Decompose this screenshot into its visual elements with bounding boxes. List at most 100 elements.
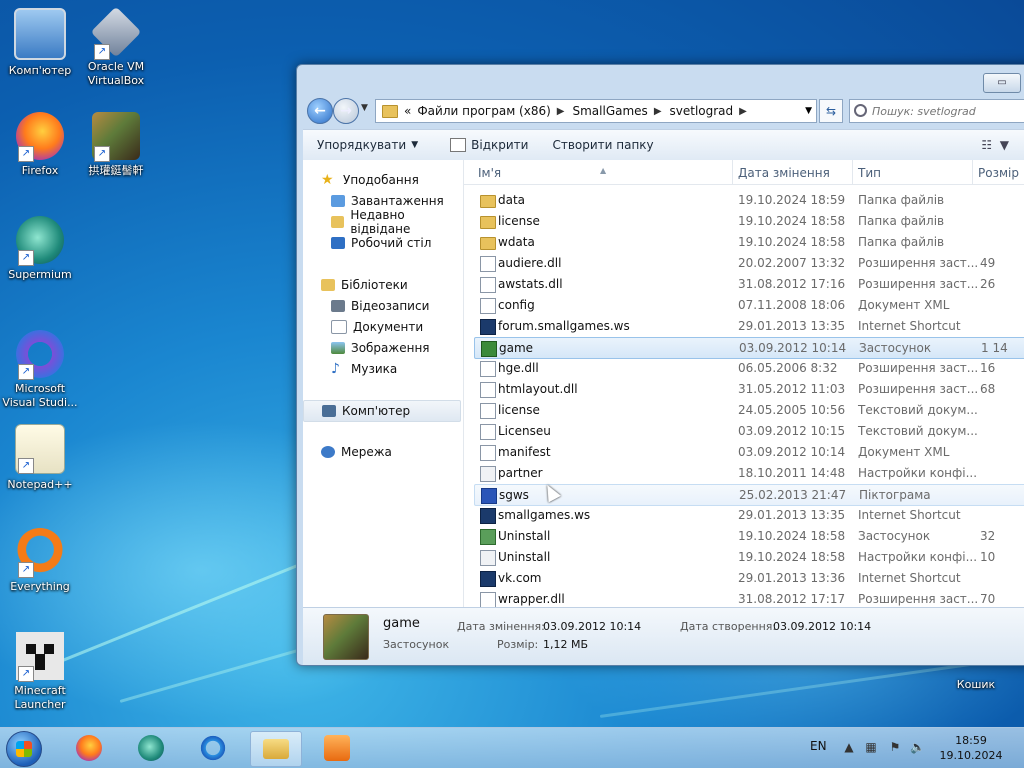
column-size[interactable]: Розмір [978, 166, 1019, 180]
file-size: 68 [980, 382, 996, 396]
clock[interactable]: 18:59 19.10.2024 [936, 733, 1006, 763]
network-tray-icon[interactable]: ▦ [864, 740, 878, 754]
file-row[interactable]: forum.smallgames.ws 29.01.2013 13:35 Inter… [474, 316, 1024, 336]
nav-computer[interactable]: Комп'ютер [303, 400, 461, 422]
file-type: Розширення заст... [858, 382, 979, 396]
nav-documents[interactable]: Документи [331, 317, 423, 337]
taskbar-supermium[interactable] [126, 731, 176, 765]
file-date: 29.01.2013 13:35 [738, 319, 846, 333]
search-input[interactable] [850, 100, 1024, 122]
column-date[interactable]: Дата змінення [738, 166, 830, 180]
breadcrumb-smallgames[interactable]: SmallGames [573, 104, 648, 118]
file-row[interactable]: smallgames.ws 29.01.2013 13:35 Internet Sh… [474, 505, 1024, 525]
folder-icon [480, 237, 496, 250]
nav-music[interactable]: ♪ Музика [331, 359, 397, 379]
open-button[interactable]: Відкрити [440, 138, 538, 152]
desktop-icon-recycle-bin[interactable]: Кошик [936, 662, 1016, 692]
file-row[interactable]: hge.dll 06.05.2006 8:32 Розширення заст...… [474, 358, 1024, 378]
desktop-icon-supermium[interactable]: ↗ Supermium [0, 216, 80, 282]
file-row[interactable]: htmlayout.dll 31.05.2012 11:03 Розширення … [474, 379, 1024, 399]
organize-button[interactable]: Упорядкувати ▼ [303, 138, 428, 152]
file-row[interactable]: manifest 03.09.2012 10:14 Документ XML [474, 442, 1024, 462]
desktop-icon-minecraft[interactable]: ↗ Minecraft Launcher [0, 632, 80, 712]
file-row[interactable]: Uninstall 19.10.2024 18:58 Настройки конфі… [474, 547, 1024, 567]
navigation-pane: ★ Уподобання Завантаження Недавно відвід… [303, 160, 464, 607]
file-row[interactable]: game 03.09.2012 10:14 Застосунок 1 14 [474, 337, 1024, 359]
volume-muted-icon[interactable]: 🔈 [910, 740, 925, 754]
taskbar-firefox[interactable] [64, 731, 114, 765]
file-date: 20.02.2007 13:32 [738, 256, 846, 270]
show-hidden-icons-icon[interactable]: ▲ [842, 740, 856, 754]
file-row[interactable]: Licenseu 03.09.2012 10:15 Текстовий докум.… [474, 421, 1024, 441]
action-center-flag-icon[interactable]: ⚑ [888, 740, 902, 754]
file-row[interactable]: config 07.11.2008 18:06 Документ XML [474, 295, 1024, 315]
taskbar-media-player[interactable] [312, 731, 362, 765]
column-type[interactable]: Тип [858, 166, 881, 180]
breadcrumb-svetlograd[interactable]: svetlograd [670, 104, 734, 118]
desktop-icon-visual-studio[interactable]: ↗ Microsoft Visual Studi... [0, 330, 80, 410]
dll-icon [480, 592, 496, 607]
taskbar-explorer[interactable] [250, 731, 302, 767]
libraries-icon [321, 279, 335, 291]
computer-icon [14, 8, 66, 60]
breadcrumb-separator-icon[interactable]: ▶ [654, 106, 662, 117]
nav-network[interactable]: Мережа [321, 442, 392, 462]
nav-videos[interactable]: Відеозаписи [331, 296, 429, 316]
file-name: forum.smallgames.ws [498, 319, 630, 333]
file-row[interactable]: license 24.05.2005 10:56 Текстовий докум..… [474, 400, 1024, 420]
details-name: game [383, 616, 420, 631]
file-row[interactable]: awstats.dll 31.08.2012 17:16 Розширення за… [474, 274, 1024, 294]
file-size: 1 14 [981, 341, 1008, 355]
file-row[interactable]: audiere.dll 20.02.2007 13:32 Розширення за… [474, 253, 1024, 273]
address-dropdown-icon[interactable]: ▼ [805, 106, 812, 116]
breadcrumb-program-files[interactable]: Файли програм (x86) [417, 104, 550, 118]
desktop-icon-game[interactable]: ↗ 拱瓘鋌髻軒 [76, 112, 156, 178]
language-indicator[interactable]: EN [810, 739, 827, 753]
back-button[interactable]: ← [307, 98, 333, 124]
nav-favorites[interactable]: ★ Уподобання [321, 170, 419, 190]
file-date: 19.10.2024 18:58 [738, 214, 846, 228]
breadcrumb-separator-icon[interactable]: ▶ [557, 106, 565, 117]
taskbar-internet-explorer[interactable] [188, 731, 238, 765]
file-row[interactable]: partner 18.10.2011 14:48 Настройки конфі..… [474, 463, 1024, 483]
refresh-button[interactable]: ⇆ [819, 99, 843, 123]
new-folder-button[interactable]: Створити папку [542, 138, 663, 152]
desktop-icon-notepadpp[interactable]: ↗ Notepad++ [0, 424, 80, 492]
history-dropdown-icon[interactable]: ▼ [361, 103, 368, 113]
file-type: Застосунок [859, 341, 932, 355]
title-bar[interactable] [297, 65, 1024, 95]
minimize-button[interactable]: ▭ [983, 73, 1021, 93]
nav-pictures[interactable]: Зображення [331, 338, 430, 358]
nav-desktop[interactable]: Робочий стіл [331, 233, 431, 253]
dll-icon [480, 361, 496, 377]
desktop-icon-virtualbox[interactable]: ↗ Oracle VM VirtualBox [76, 6, 156, 88]
desktop-icon-firefox[interactable]: ↗ Firefox [0, 112, 80, 178]
address-bar[interactable]: « Файли програм (x86) ▶ SmallGames ▶ sve… [375, 99, 817, 123]
view-options-button[interactable]: ☷ ▼ [981, 138, 1009, 152]
shortcut-arrow-icon: ↗ [18, 364, 34, 380]
file-type: Папка файлів [858, 193, 945, 207]
file-name: game [499, 341, 534, 355]
file-row[interactable]: Uninstall 19.10.2024 18:58 Застосунок 32 [474, 526, 1024, 546]
file-date: 31.05.2012 11:03 [738, 382, 846, 396]
desktop-icon-everything[interactable]: ↗ Everything [0, 528, 80, 594]
file-row[interactable]: data 19.10.2024 18:59 Папка файлів [474, 190, 1024, 210]
breadcrumb-separator-icon[interactable]: ▶ [739, 106, 747, 117]
desktop-icon-computer[interactable]: Комп'ютер [0, 8, 80, 78]
breadcrumb-overflow[interactable]: « [404, 104, 411, 118]
column-name[interactable]: Ім'я [478, 166, 501, 180]
shortcut-arrow-icon: ↗ [18, 146, 34, 162]
forward-button[interactable]: → [333, 98, 359, 124]
file-name: htmlayout.dll [498, 382, 578, 396]
file-row[interactable]: license 19.10.2024 18:58 Папка файлів [474, 211, 1024, 231]
file-name: Uninstall [498, 529, 551, 543]
file-row[interactable]: wrapper.dll 31.08.2012 17:17 Розширення за… [474, 589, 1024, 607]
search-box[interactable] [849, 99, 1024, 123]
nav-libraries[interactable]: Бібліотеки [321, 275, 408, 295]
file-row[interactable]: wdata 19.10.2024 18:58 Папка файлів [474, 232, 1024, 252]
network-icon [321, 446, 335, 458]
ini-icon [480, 466, 496, 482]
nav-recent[interactable]: Недавно відвідане [331, 208, 463, 236]
start-button[interactable] [6, 731, 42, 767]
file-row[interactable]: vk.com 29.01.2013 13:36 Internet Shortcut [474, 568, 1024, 588]
